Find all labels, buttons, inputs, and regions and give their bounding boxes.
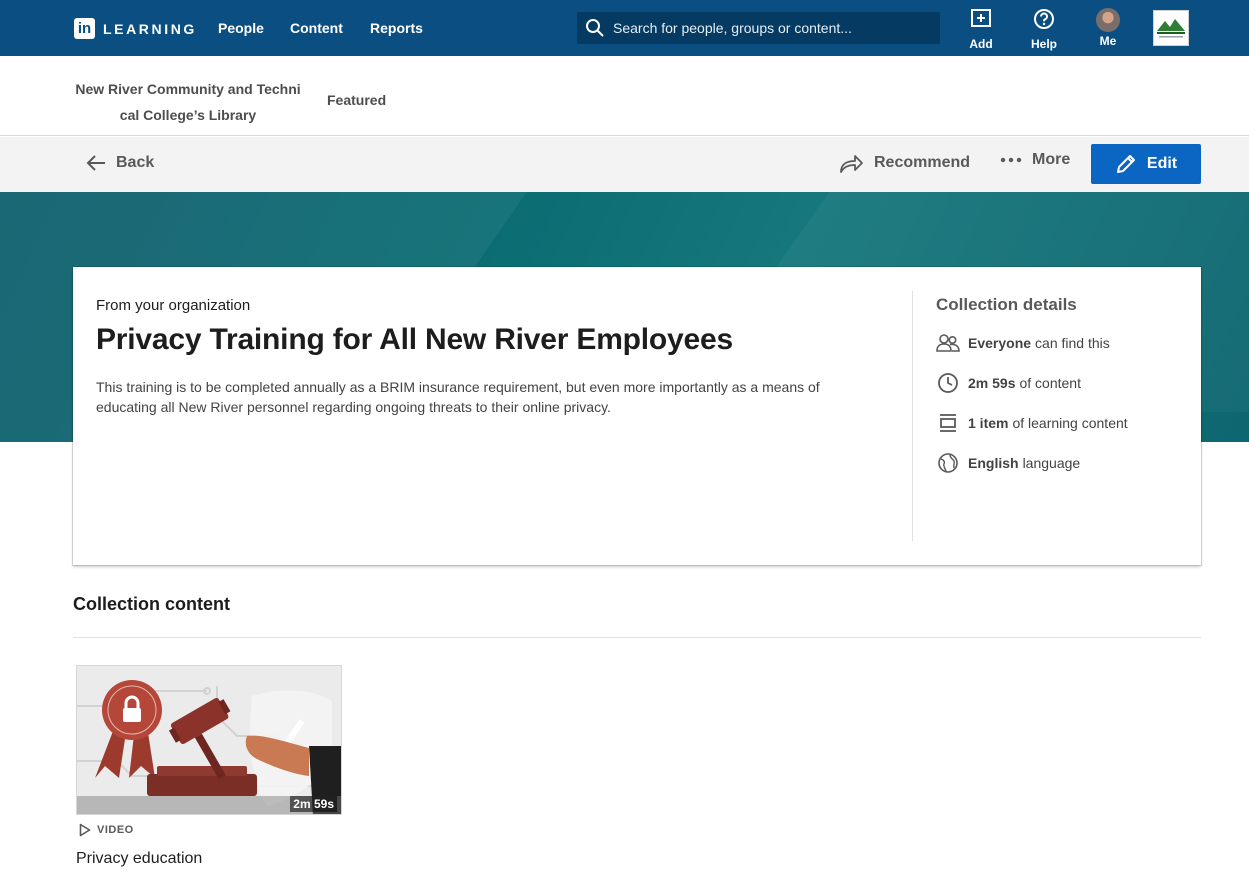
me-button[interactable]: Me — [1083, 8, 1133, 52]
duration-badge: 2m 59s — [290, 796, 337, 812]
stack-icon — [936, 411, 960, 435]
detail-visibility: Everyone can find this — [936, 331, 1110, 355]
linkedin-learning-logo[interactable]: in LEARNING — [74, 18, 197, 39]
visibility-strong: Everyone — [968, 335, 1032, 351]
tab-library[interactable]: New River Community and Techni cal Colle… — [74, 76, 302, 128]
add-label: Add — [969, 37, 993, 51]
recommend-button[interactable]: Recommend — [838, 151, 970, 175]
collection-source: From your organization — [96, 297, 251, 314]
library-tab-bar: New River Community and Techni cal Colle… — [0, 56, 1249, 136]
top-nav: in LEARNING People Content Reports Add H… — [0, 0, 1249, 56]
more-label: More — [1032, 151, 1071, 168]
content-item-title[interactable]: Privacy education — [76, 850, 202, 868]
share-arrow-icon — [840, 155, 863, 173]
add-icon — [971, 9, 991, 27]
collection-content-title: Collection content — [73, 594, 230, 614]
nav-link-content[interactable]: Content — [290, 20, 343, 36]
help-button[interactable]: Help — [1019, 8, 1069, 52]
items-rest: of learning content — [1012, 415, 1128, 431]
avatar — [1096, 8, 1120, 32]
language-strong: English — [968, 455, 1019, 471]
search-input[interactable] — [613, 20, 933, 36]
search-bar — [577, 12, 940, 44]
video-thumbnail[interactable]: 2m 59s — [76, 665, 342, 815]
collection-description: This training is to be completed annuall… — [96, 379, 820, 415]
tab-library-line-1: New River Community and Techni — [75, 81, 301, 97]
detail-item-count: 1 item of learning content — [936, 411, 1128, 435]
add-button[interactable]: Add — [956, 8, 1006, 52]
language-rest: language — [1022, 455, 1081, 471]
organization-logo[interactable] — [1153, 10, 1189, 46]
tab-library-line-2: cal College’s Library — [119, 107, 257, 123]
globe-icon — [936, 451, 960, 475]
help-icon — [1034, 9, 1054, 29]
edit-label: Edit — [1146, 155, 1178, 172]
privacy-gavel-illustration — [77, 666, 341, 814]
section-divider — [73, 637, 1201, 638]
nav-link-people[interactable]: People — [218, 20, 264, 36]
nav-link-reports[interactable]: Reports — [370, 20, 423, 36]
content-type-label: VIDEO — [97, 824, 134, 836]
recommend-label: Recommend — [874, 154, 971, 171]
detail-language: English language — [936, 451, 1080, 475]
action-bar: Back Recommend More Edit — [0, 137, 1249, 192]
tab-featured[interactable]: Featured — [327, 92, 386, 108]
pencil-icon — [1116, 155, 1135, 173]
collection-card: From your organization Privacy Training … — [73, 267, 1201, 565]
help-label: Help — [1030, 37, 1057, 51]
back-label: Back — [116, 154, 155, 171]
more-button[interactable]: More — [1000, 151, 1070, 169]
play-icon — [79, 823, 91, 837]
collection-title: Privacy Training for All New River Emplo… — [96, 323, 733, 356]
card-divider — [912, 291, 913, 541]
me-label: Me — [1099, 34, 1117, 48]
detail-duration: 2m 59s of content — [936, 371, 1081, 395]
ellipsis-icon — [1000, 157, 1022, 163]
duration-strong: 2m 59s — [968, 375, 1016, 391]
back-button[interactable]: Back — [84, 151, 154, 175]
people-icon — [936, 331, 960, 355]
clock-icon — [936, 371, 960, 395]
mountain-logo-icon — [1157, 19, 1185, 38]
search-icon — [586, 19, 604, 37]
items-strong: 1 item — [968, 415, 1009, 431]
edit-button[interactable]: Edit — [1091, 144, 1201, 184]
logo-text: LEARNING — [103, 20, 197, 37]
duration-rest: of content — [1019, 375, 1081, 391]
arrow-left-icon — [86, 155, 105, 171]
content-type: VIDEO — [79, 823, 134, 837]
collection-details-title: Collection details — [936, 295, 1077, 314]
linkedin-icon: in — [74, 18, 95, 39]
visibility-rest: can find this — [1035, 335, 1110, 351]
